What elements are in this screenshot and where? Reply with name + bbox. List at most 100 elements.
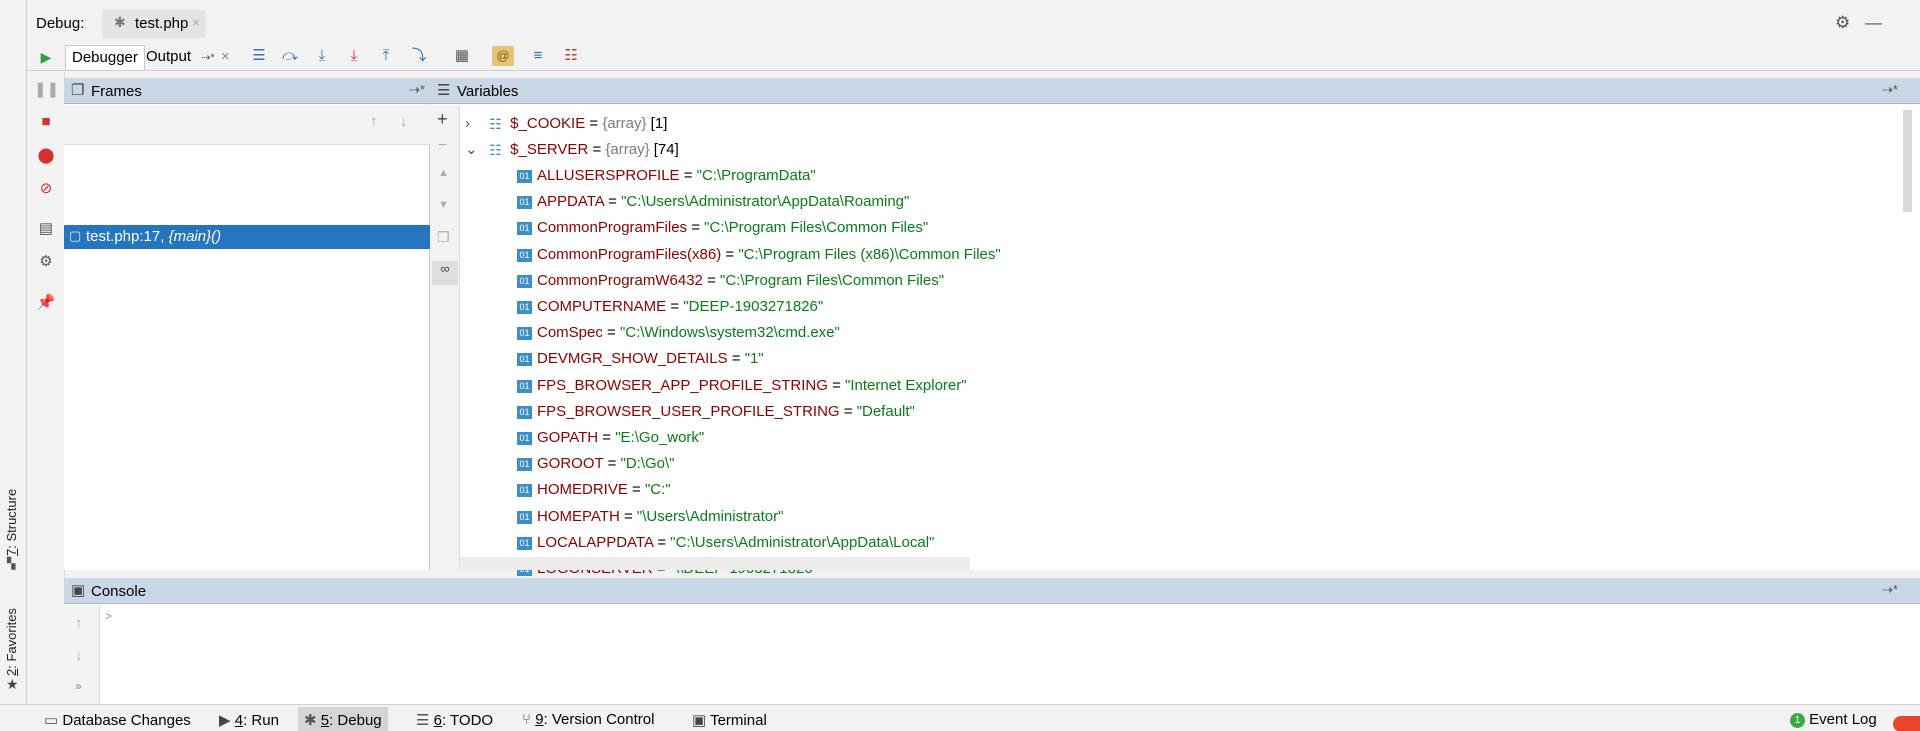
terminal-tab[interactable]: ▣ Terminal [692, 711, 767, 729]
server-var-row[interactable]: 01 COMPUTERNAME = "DEEP-1903271826" [517, 294, 823, 320]
var-name: $_SERVER [510, 141, 589, 158]
server-var-row[interactable]: 01 FPS_BROWSER_APP_PROFILE_STRING = "Inte… [517, 373, 967, 399]
gear-icon[interactable]: ⚙ [1835, 13, 1850, 33]
numbered-list-icon[interactable]: ≡ [527, 46, 549, 66]
server-var-row[interactable]: 01 ComSpec = "C:\Windows\system32\cmd.exe… [517, 320, 840, 346]
primitive-badge-icon: 01 [517, 432, 532, 445]
new-watch-icon[interactable]: + [437, 109, 448, 130]
console-input[interactable] [100, 605, 1920, 704]
var-name: FPS_BROWSER_USER_PROFILE_STRING [537, 402, 840, 420]
var-name: CommonProgramFiles [537, 219, 688, 237]
collapse-chevron-icon[interactable]: ⌄ [465, 137, 485, 163]
event-log-tab[interactable]: 1 Event Log [1790, 711, 1877, 728]
server-var-row[interactable]: 01 GOROOT = "D:\Go\" [517, 451, 675, 477]
favorites-tool-tab[interactable]: 2: Favorites [4, 608, 19, 676]
more-icon[interactable]: » [75, 679, 82, 693]
primitive-badge-icon: 01 [517, 248, 532, 262]
console-pin-icon[interactable]: ⇢* [1882, 582, 1898, 598]
server-var-row[interactable]: 01 CommonProgramFiles(x86) = "C:\Program … [517, 242, 1001, 268]
var-value: "Default" [856, 402, 915, 420]
pin-icon[interactable]: ⇢* [201, 52, 215, 64]
terminal-label: Terminal [710, 712, 767, 729]
server-var-row[interactable]: 01 CommonProgramFiles = "C:\Program Files… [517, 215, 928, 241]
tab-output-label: Output [146, 48, 192, 65]
variables-panel: ☰ Variables ⇢* + − ▲ ▼ ❐ ∞ › ☷ $_COOKIE =… [430, 78, 1920, 577]
step-over-icon[interactable]: ⤼ [279, 46, 301, 66]
var-type: {array} [605, 141, 650, 158]
settings-icon[interactable]: ⚙ [34, 251, 58, 273]
server-var-row[interactable]: 01 HOMEPATH = "\Users\Administrator" [517, 504, 783, 530]
layout-icon[interactable]: ▤ [34, 218, 58, 240]
glasses-icon[interactable]: ∞ [432, 261, 458, 285]
var-value: "\Users\Administrator" [636, 507, 784, 525]
bug-icon: ✱ [114, 14, 126, 30]
tree-row-cookie[interactable]: › ☷ $_COOKIE = {array} [1] [465, 111, 667, 137]
horizontal-scroll-track[interactable] [460, 557, 970, 570]
tab-output[interactable]: Output ⇢* × [140, 45, 236, 70]
step-out-icon[interactable]: ⤒ [375, 46, 397, 66]
minimize-icon[interactable]: — [1865, 13, 1882, 33]
server-var-row[interactable]: 01 ALLUSERSPROFILE = "C:\ProgramData" [517, 163, 816, 189]
server-var-row[interactable]: 01 LOCALAPPDATA = "C:\Users\Administrator… [517, 530, 934, 556]
vertical-scrollbar[interactable] [1903, 110, 1912, 212]
remove-watch-icon[interactable]: − [438, 137, 447, 155]
step-into-icon[interactable]: ⤓ [311, 46, 333, 66]
stop-icon[interactable]: ■ [34, 111, 58, 133]
pin-tab-icon[interactable]: 📌 [34, 292, 58, 314]
move-up-icon[interactable]: ▲ [438, 167, 449, 179]
server-var-row[interactable]: 01 CommonProgramW6432 = "C:\Program Files… [517, 268, 944, 294]
eq: = [585, 115, 603, 132]
variables-side-toolbar: + − ▲ ▼ ❐ ∞ [430, 105, 460, 570]
evaluate-expression-icon[interactable]: ▦ [451, 46, 473, 66]
version-control-tab[interactable]: ⑂ 9: Version Control [522, 711, 654, 728]
expand-chevron-icon[interactable]: › [465, 111, 485, 137]
run-tab[interactable]: ▶ 4: Run [219, 711, 279, 729]
primitive-badge-icon: 01 [517, 484, 532, 498]
pause-icon[interactable]: ❚❚ [34, 79, 59, 101]
run-to-cursor-icon[interactable]: ⤵ [408, 46, 430, 66]
tab-test-php[interactable]: ✱ test.php × [102, 10, 206, 38]
tab-debugger[interactable]: Debugger [65, 45, 145, 70]
watch-at-icon[interactable]: @ [492, 46, 514, 66]
primitive-badge-icon: 01 [517, 274, 532, 288]
frame-scope-label: {main}() [168, 228, 222, 245]
debug-tab[interactable]: ✱ 5: Debug [298, 707, 388, 731]
variables-pin-icon[interactable]: ⇢* [1882, 82, 1898, 98]
server-var-row[interactable]: 01 FPS_BROWSER_USER_PROFILE_STRING = "Def… [517, 399, 915, 425]
eq: = [619, 507, 637, 525]
add-list-icon[interactable]: ☷ [560, 46, 582, 66]
output-close-button[interactable]: × [221, 48, 230, 65]
array-icon: ☷ [489, 142, 502, 158]
server-var-row[interactable]: 01 DEVMGR_SHOW_DETAILS = "1" [517, 346, 764, 372]
tab-close-button[interactable]: × [192, 14, 200, 30]
primitive-badge-icon: 01 [517, 379, 532, 393]
tree-row-server[interactable]: ⌄ ☷ $_SERVER = {array} [74] [465, 137, 679, 163]
selected-frame-row[interactable]: ▢ test.php:17, {main}() [64, 225, 430, 249]
structure-tool-tab[interactable]: 7: Structure [4, 489, 19, 556]
console-header: ▣ Console ⇢* [64, 578, 1920, 604]
frame-up-icon[interactable]: ↑ [370, 113, 378, 130]
scroll-up-icon[interactable]: ↑ [75, 615, 83, 632]
scroll-down-icon[interactable]: ↓ [75, 647, 83, 664]
database-changes-tab[interactable]: ▭ Database Changes [44, 711, 191, 729]
run-label: : Run [243, 712, 279, 729]
resume-icon[interactable]: ▶ [34, 46, 58, 68]
show-execution-point-icon[interactable]: ☰ [248, 46, 270, 66]
server-var-row[interactable]: 01 GOPATH = "E:\Go_work" [517, 425, 704, 451]
server-var-row[interactable]: 01 APPDATA = "C:\Users\Administrator\AppD… [517, 189, 909, 215]
view-breakpoints-icon[interactable]: ⬤ [34, 145, 58, 167]
move-down-icon[interactable]: ▼ [438, 199, 449, 211]
frame-down-icon[interactable]: ↓ [400, 113, 408, 130]
eq: = [687, 219, 705, 237]
todo-num: 6 [433, 712, 442, 729]
eq: = [727, 350, 745, 368]
vc-num: 9 [535, 711, 544, 728]
frames-pin-icon[interactable]: ⇢* [409, 82, 425, 98]
eq: = [603, 193, 622, 211]
server-var-row[interactable]: 01 HOMEDRIVE = "C:" [517, 477, 671, 503]
force-step-into-icon[interactable]: ⤓ [343, 46, 365, 66]
copy-watch-icon[interactable]: ❐ [437, 229, 450, 246]
mute-breakpoints-icon[interactable]: ⊘ [34, 178, 58, 200]
primitive-badge-icon: 01 [517, 301, 532, 314]
todo-tab[interactable]: ☰ 6: TODO [416, 711, 493, 729]
